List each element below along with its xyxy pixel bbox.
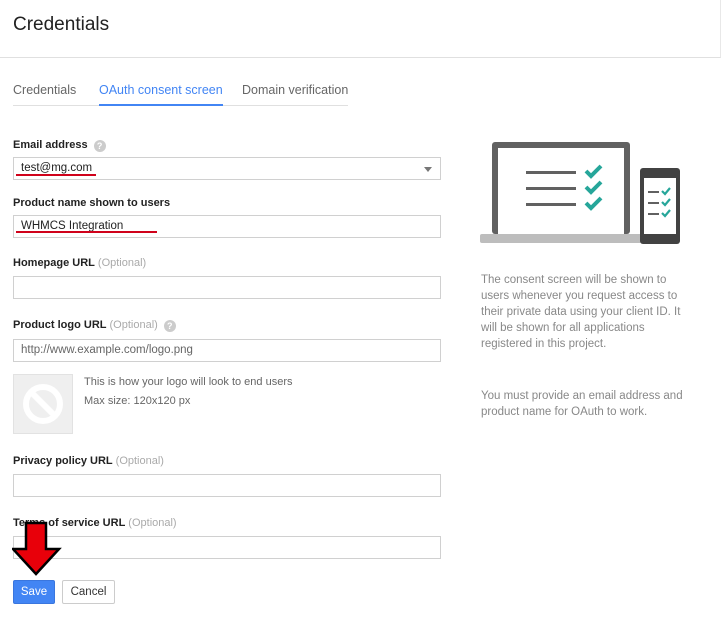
- tab-credentials[interactable]: Credentials: [13, 83, 76, 106]
- no-image-icon: [23, 384, 63, 424]
- privacy-policy-url-label: Privacy policy URL (Optional): [13, 455, 164, 467]
- email-address-select[interactable]: test@mg.com: [13, 157, 441, 180]
- email-address-label-text: Email address: [13, 139, 88, 151]
- tab-domain-verification[interactable]: Domain verification: [242, 83, 348, 106]
- product-name-label: Product name shown to users: [13, 197, 171, 209]
- cancel-button[interactable]: Cancel: [62, 580, 115, 604]
- help-icon[interactable]: ?: [93, 140, 106, 152]
- consent-requirement-text: You must provide an email address and pr…: [481, 390, 683, 418]
- tab-oauth-consent-screen[interactable]: OAuth consent screen: [99, 83, 223, 106]
- annotation-underline-email: [16, 174, 96, 176]
- page-title: Credentials: [13, 14, 110, 35]
- laptop-screen: [498, 148, 624, 234]
- optional-tag: (Optional): [97, 257, 147, 269]
- product-name-input[interactable]: WHMCS Integration: [13, 215, 441, 238]
- privacy-policy-url-label-text: Privacy policy URL: [13, 455, 113, 467]
- homepage-url-label: Homepage URL (Optional): [13, 257, 146, 269]
- consent-screen-illustration: [480, 142, 680, 244]
- help-icon[interactable]: ?: [163, 320, 176, 332]
- page-header: Credentials: [0, 0, 721, 58]
- product-logo-url-placeholder: http://www.example.com/logo.png: [21, 344, 193, 356]
- homepage-url-input[interactable]: [13, 276, 441, 299]
- optional-tag: (Optional): [115, 455, 164, 467]
- logo-preview-note: This is how your logo will look to end u…: [84, 376, 293, 388]
- optional-tag: (Optional): [128, 517, 177, 529]
- terms-of-service-url-input[interactable]: [13, 536, 441, 559]
- chevron-down-icon: [424, 167, 432, 172]
- annotation-underline-product-name: [16, 231, 157, 233]
- tab-bar: Credentials OAuth consent screen Domain …: [13, 82, 348, 106]
- annotation-arrow-down-icon: [12, 521, 62, 576]
- logo-preview: [13, 374, 73, 434]
- privacy-policy-url-input[interactable]: [13, 474, 441, 497]
- email-address-label: Email address?: [13, 139, 106, 152]
- email-address-value: test@mg.com: [21, 162, 93, 174]
- homepage-url-label-text: Homepage URL: [13, 257, 95, 269]
- product-logo-url-label-text: Product logo URL: [13, 319, 107, 331]
- product-logo-url-label: Product logo URL (Optional)?: [13, 319, 176, 332]
- logo-max-size-note: Max size: 120x120 px: [84, 395, 191, 407]
- save-button[interactable]: Save: [13, 580, 55, 604]
- phone-screen: [644, 178, 676, 234]
- product-logo-url-input[interactable]: http://www.example.com/logo.png: [13, 339, 441, 362]
- optional-tag: (Optional): [109, 319, 158, 331]
- consent-info-text: The consent screen will be shown to user…: [481, 274, 681, 350]
- laptop-base: [480, 234, 642, 243]
